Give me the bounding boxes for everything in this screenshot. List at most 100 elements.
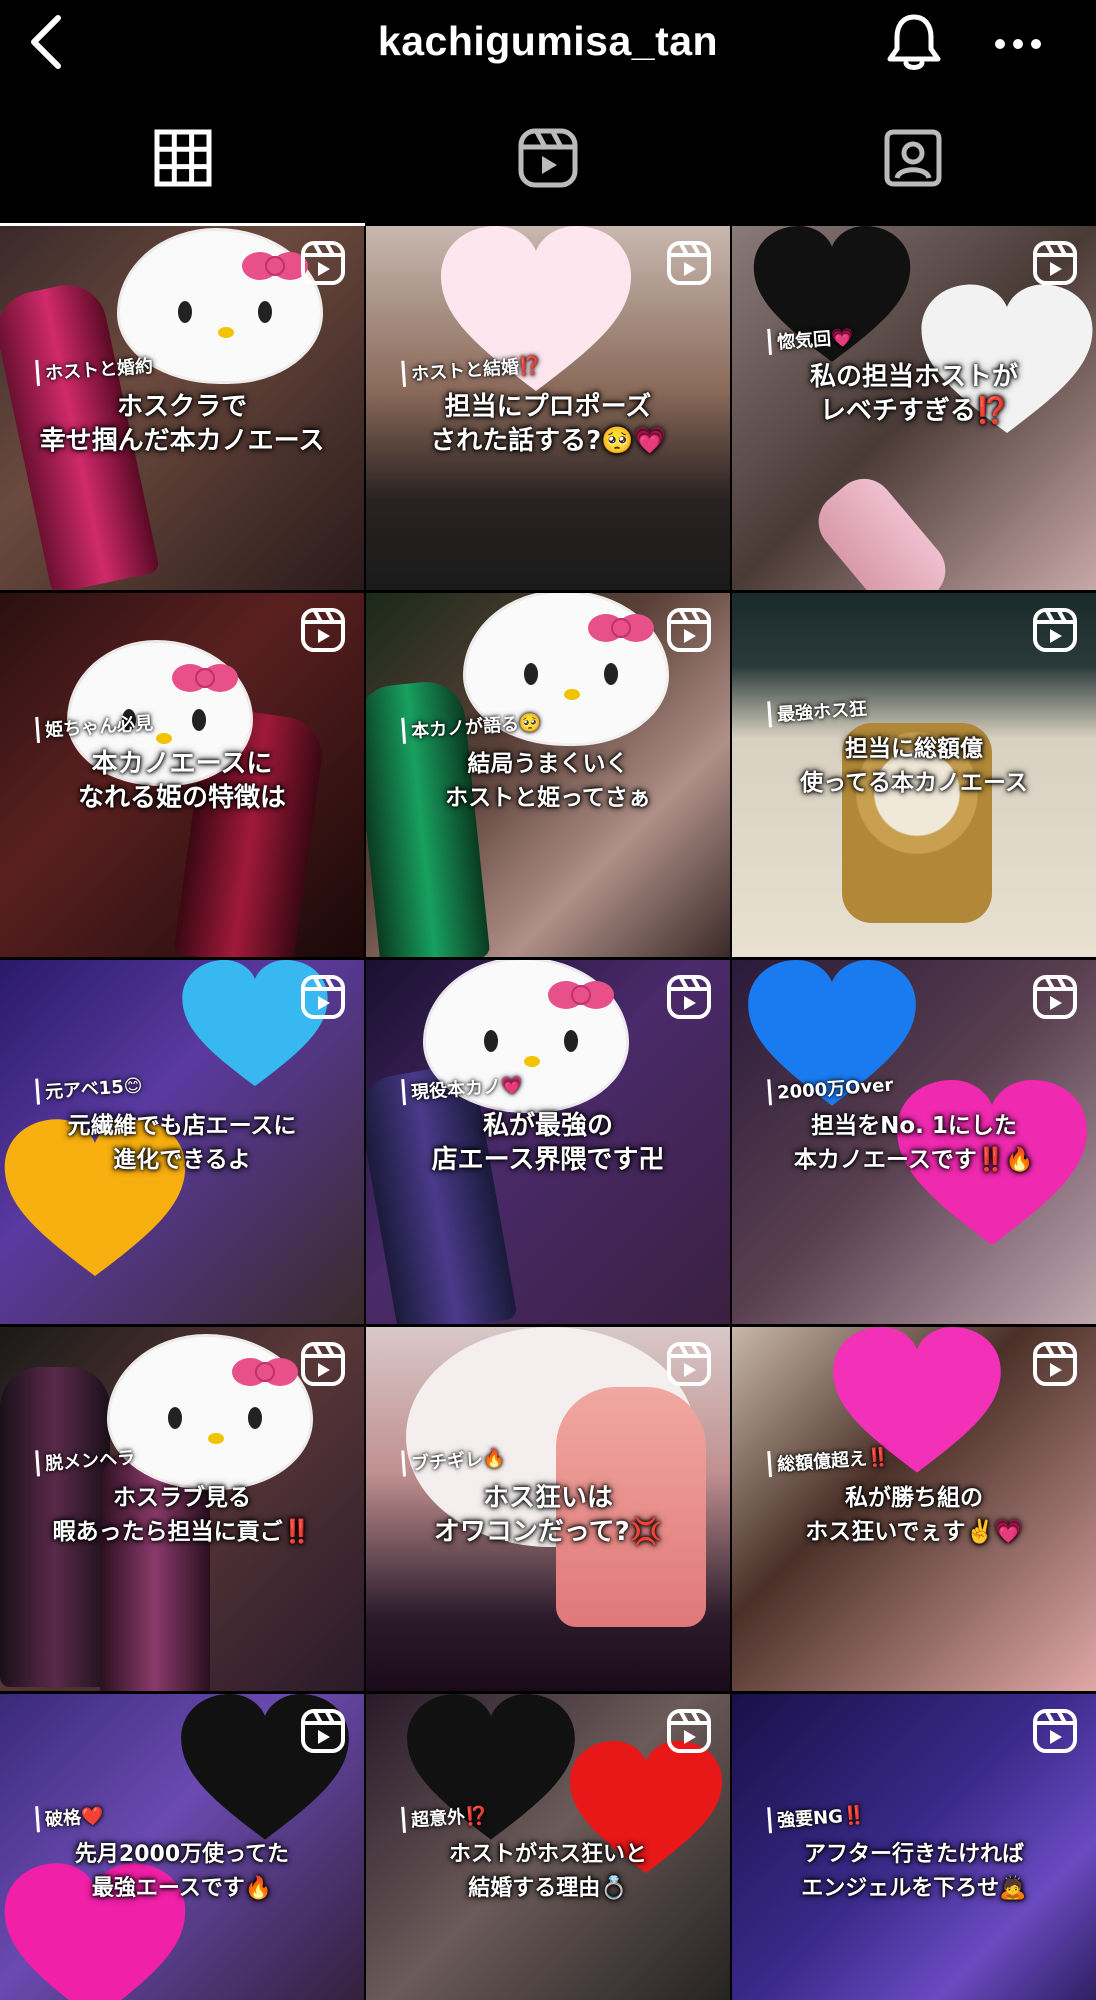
profile-tabs	[0, 90, 1096, 226]
post-title-line: 店エース界隈です卍	[431, 1145, 665, 1175]
post-tag: ブチギレ🔥	[401, 1443, 507, 1477]
post-title-line: オワコンだって?💢	[433, 1517, 663, 1547]
post-title-line: 本カノエースです‼️🔥	[793, 1147, 1035, 1173]
reel-indicator-icon	[301, 1342, 345, 1386]
post-tag: 超意外⁉️	[401, 1801, 489, 1833]
post-tag: 本カノが語る🥺	[401, 708, 543, 744]
post-title-line: 暇あったら担当に貢ご‼️	[52, 1519, 312, 1545]
post-title-line: 元繊維でも店エースに	[67, 1113, 297, 1139]
reel-indicator-icon	[667, 241, 711, 285]
post-tag: ホストと結婚⁉️	[401, 351, 543, 387]
post-caption: 最強ホス狂 担当に総額億 使ってる本カノエース	[732, 694, 1096, 800]
post-tile[interactable]: 姫ちゃん必見 本カノエースに なれる姫の特徴は	[0, 593, 364, 957]
reel-indicator-icon	[301, 975, 345, 1019]
more-options-button[interactable]	[988, 14, 1048, 74]
post-title-line: なれる姫の特徴は	[77, 783, 286, 813]
post-tag: 最強ホス狂	[767, 694, 868, 728]
bell-icon	[887, 14, 941, 70]
post-title-line: された話する?🥺💗	[430, 426, 666, 456]
post-title-line: 担当をNo. 1にした	[811, 1113, 1017, 1139]
post-caption: 現役本カノ💗 私が最強の 店エース界隈です卍	[366, 1070, 730, 1177]
grid-icon	[154, 129, 212, 187]
post-caption: 超意外⁉️ ホストがホス狂いと 結婚する理由💍	[366, 1801, 730, 1906]
reel-indicator-icon	[1033, 608, 1077, 652]
reel-indicator-icon	[301, 241, 345, 285]
reel-indicator-icon	[1033, 1342, 1077, 1386]
post-tag: 破格❤️	[35, 1801, 105, 1833]
post-tag: 現役本カノ💗	[401, 1070, 525, 1106]
post-title-line: ホスラブ見る	[113, 1485, 251, 1511]
post-caption: 2000万Over 担当をNo. 1にした 本カノエースです‼️🔥	[732, 1070, 1096, 1177]
tagged-icon	[884, 129, 942, 187]
post-title-line: 最強エースです🔥	[91, 1876, 273, 1901]
post-title-line: エンジェルを下ろせ🙇	[801, 1876, 1027, 1901]
post-caption: 強要NG‼️ アフター行きたければ エンジェルを下ろせ🙇	[732, 1800, 1096, 1906]
reel-indicator-icon	[301, 1709, 345, 1753]
post-tag: 元アベ15😊	[35, 1071, 144, 1105]
reels-icon	[518, 128, 578, 188]
post-title-line: 私の担当ホストが	[809, 362, 1018, 392]
post-caption: ホストと結婚⁉️ 担当にプロポーズ された話する?🥺💗	[366, 351, 730, 458]
post-tile[interactable]: 強要NG‼️ アフター行きたければ エンジェルを下ろせ🙇	[732, 1694, 1096, 2000]
post-tile[interactable]: ブチギレ🔥 ホス狂いは オワコンだって?💢	[366, 1327, 730, 1691]
reel-indicator-icon	[1033, 241, 1077, 285]
post-tag: 惚気回💗	[767, 323, 855, 355]
post-tile[interactable]: 元アベ15😊 元繊維でも店エースに 進化できるよ	[0, 960, 364, 1324]
post-title-line: ホス狂いでぇす✌️💗	[805, 1519, 1023, 1545]
post-title-line: ホストと姫ってさぁ	[445, 785, 651, 811]
post-tag: 強要NG‼️	[767, 1800, 867, 1834]
post-caption: 破格❤️ 先月2000万使ってた 最強エースです🔥	[0, 1801, 364, 1906]
post-title-line: 結婚する理由💍	[468, 1876, 628, 1901]
post-title-line: 幸せ掴んだ本カノエース	[39, 426, 325, 456]
post-tile[interactable]: ホストと婚約 ホスクラで 幸せ掴んだ本カノエース	[0, 226, 364, 590]
reel-indicator-icon	[1033, 975, 1077, 1019]
post-title-line: レベチすぎる⁉️	[819, 396, 1009, 426]
post-caption: 元アベ15😊 元繊維でも店エースに 進化できるよ	[0, 1071, 364, 1177]
tab-posts[interactable]	[0, 90, 366, 226]
reel-indicator-icon	[1033, 1709, 1077, 1753]
reel-indicator-icon	[667, 1342, 711, 1386]
post-tag: 脱メンヘラ	[35, 1443, 136, 1477]
post-caption: 惚気回💗 私の担当ホストが レベチすぎる⁉️	[732, 323, 1096, 428]
top-bar: kachigumisa_tan	[0, 0, 1096, 90]
post-tile[interactable]: 最強ホス狂 担当に総額億 使ってる本カノエース	[732, 593, 1096, 957]
reel-indicator-icon	[667, 975, 711, 1019]
post-tile[interactable]: 惚気回💗 私の担当ホストが レベチすぎる⁉️	[732, 226, 1096, 590]
bottle-image	[806, 466, 958, 590]
tab-reels[interactable]	[365, 90, 730, 226]
post-title-line: ホスクラで	[116, 392, 247, 422]
reel-indicator-icon	[667, 608, 711, 652]
post-tile[interactable]: 現役本カノ💗 私が最強の 店エース界隈です卍	[366, 960, 730, 1324]
post-tag: ホストと婚約	[35, 351, 154, 387]
post-title-line: アフター行きたければ	[803, 1842, 1024, 1867]
post-title-line: ホス狂いは	[482, 1483, 613, 1513]
post-tag: 総額億超え‼️	[767, 1442, 891, 1478]
tab-tagged[interactable]	[731, 90, 1096, 226]
post-title-line: 先月2000万使ってた	[74, 1842, 290, 1867]
post-tile[interactable]: 総額億超え‼️ 私が勝ち組の ホス狂いでぇす✌️💗	[732, 1327, 1096, 1691]
post-title-line: 結局うまくいく	[467, 751, 629, 777]
post-title-line: 本カノエースに	[91, 749, 273, 779]
post-title-line: ホストがホス狂いと	[448, 1842, 647, 1867]
post-caption: 姫ちゃん必見 本カノエースに なれる姫の特徴は	[0, 708, 364, 815]
post-tile[interactable]: 2000万Over 担当をNo. 1にした 本カノエースです‼️🔥	[732, 960, 1096, 1324]
post-title-line: 担当に総額億	[845, 736, 983, 762]
post-tile[interactable]: 本カノが語る🥺 結局うまくいく ホストと姫ってさぁ	[366, 593, 730, 957]
reel-indicator-icon	[667, 1709, 711, 1753]
post-tile[interactable]: 破格❤️ 先月2000万使ってた 最強エースです🔥	[0, 1694, 364, 2000]
post-title-line: 私が勝ち組の	[845, 1485, 983, 1511]
post-title-line: 使ってる本カノエース	[800, 770, 1028, 796]
post-caption: 本カノが語る🥺 結局うまくいく ホストと姫ってさぁ	[366, 708, 730, 815]
reel-indicator-icon	[301, 608, 345, 652]
post-tile[interactable]: 脱メンヘラ ホスラブ見る 暇あったら担当に貢ご‼️	[0, 1327, 364, 1691]
posts-grid: ホストと婚約 ホスクラで 幸せ掴んだ本カノエース ホストと結婚⁉️ 担当にプロポ…	[0, 226, 1096, 2000]
post-tag: 姫ちゃん必見	[35, 708, 154, 744]
post-tile[interactable]: 超意外⁉️ ホストがホス狂いと 結婚する理由💍	[366, 1694, 730, 2000]
post-caption: 脱メンヘラ ホスラブ見る 暇あったら担当に貢ご‼️	[0, 1443, 364, 1549]
post-caption: 総額億超え‼️ 私が勝ち組の ホス狂いでぇす✌️💗	[732, 1442, 1096, 1549]
post-caption: ホストと婚約 ホスクラで 幸せ掴んだ本カノエース	[0, 351, 364, 458]
post-title-line: 私が最強の	[482, 1111, 613, 1141]
notifications-button[interactable]	[882, 10, 946, 74]
post-tile[interactable]: ホストと結婚⁉️ 担当にプロポーズ された話する?🥺💗	[366, 226, 730, 590]
post-tag: 2000万Over	[767, 1070, 894, 1106]
